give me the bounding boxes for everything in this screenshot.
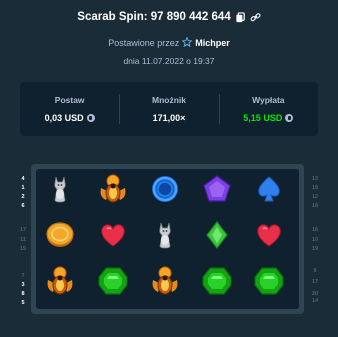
payline-right-label: 14 (311, 298, 319, 304)
placed-by-label: Postawione przez (108, 38, 180, 48)
payline-left-label: 15 (19, 246, 27, 252)
payline-left-label: 8 (21, 291, 25, 297)
red-heart-symbol (96, 218, 130, 252)
blue-spade-symbol (252, 172, 286, 206)
payline-right-label: 19 (311, 246, 319, 252)
green-gem-symbol (200, 264, 234, 298)
scarab-symbol (43, 264, 77, 298)
purple-pentagon-symbol (200, 172, 234, 206)
payline-left-label: 17 (19, 227, 27, 233)
payline-right-label: 12 (311, 194, 319, 200)
payline-right-label: 18 (311, 203, 319, 209)
bet-details-modal: Scarab Spin: 97 890 442 644 Postawione p… (0, 0, 338, 337)
payline-left-label: 3 (21, 282, 25, 288)
payline-left-label: 5 (21, 300, 25, 306)
payline-right-label: 15 (311, 185, 319, 191)
payline-right-label: 20 (311, 291, 319, 297)
payline-right-label: 9 (313, 268, 317, 274)
green-gem-symbol (96, 264, 130, 298)
bet-value-row: 0,03 USD (45, 113, 95, 123)
payline-left-label: 1 (21, 185, 25, 191)
multiplier-value: 171,00× (152, 113, 186, 123)
currency-coin-icon (86, 114, 95, 122)
bottom-edge (0, 328, 338, 337)
green-gem-symbol (252, 264, 286, 298)
payout-stat: Wypłata 5,15 USD (218, 82, 318, 136)
scarab-symbol (96, 172, 130, 206)
link-icon[interactable] (250, 12, 261, 23)
currency-coin-icon (285, 114, 294, 122)
bet-label: Postaw (54, 95, 85, 105)
payline-left-label: 7 (21, 273, 25, 279)
slot-reels (31, 164, 304, 314)
bet-value: 0,03 USD (44, 113, 84, 123)
placed-by-row: Postawione przez Michper (0, 36, 338, 50)
payline-right-label: 16 (311, 227, 319, 233)
scarab-symbol (148, 264, 182, 298)
payout-label: Wypłata (252, 95, 285, 105)
red-heart-symbol (252, 218, 286, 252)
blue-ring-symbol (148, 172, 182, 206)
username-link[interactable]: Michper (195, 38, 230, 48)
green-diamond-symbol (200, 218, 234, 252)
bet-amount-stat: Postaw 0,03 USD (20, 82, 119, 136)
vip-star-icon (181, 36, 194, 49)
gold-coin-symbol (43, 218, 77, 252)
bet-title: Scarab Spin: 97 890 442 644 (77, 11, 231, 23)
payline-left-label: 11 (20, 237, 26, 243)
payline-right-label: 10 (311, 237, 319, 243)
cat-statue-symbol (148, 218, 182, 252)
cat-statue-symbol (43, 172, 77, 206)
payline-right-label: 17 (311, 279, 319, 285)
multiplier-label: Mnożnik (151, 95, 186, 105)
multiplier-stat: Mnożnik 171,00× (119, 82, 218, 136)
payline-left-label: 2 (21, 194, 25, 200)
payout-value: 5,15 USD (243, 113, 283, 123)
bet-stats-panel: Postaw 0,03 USD Mnożnik 171,00× Wypłata … (20, 82, 318, 136)
payline-right-label: 13 (311, 176, 319, 182)
payline-left-label: 4 (21, 176, 25, 182)
payline-left-label: 6 (21, 203, 25, 209)
bet-title-row: Scarab Spin: 97 890 442 644 (0, 8, 338, 26)
payout-value-row: 5,15 USD (243, 113, 294, 123)
reel-grid (36, 169, 299, 309)
bet-date: dnia 11.07.2022 o 19:37 (123, 56, 215, 66)
copy-icon[interactable] (235, 11, 246, 23)
